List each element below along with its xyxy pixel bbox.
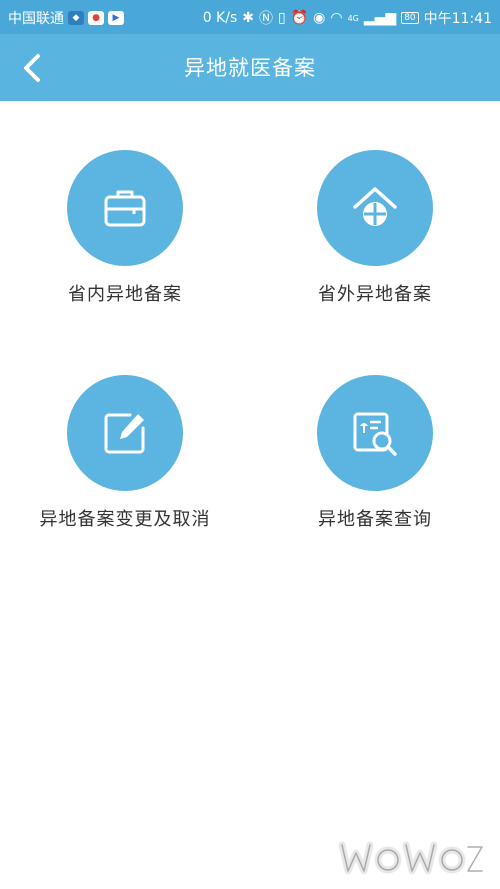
clock: 中午11:41	[423, 11, 492, 27]
status-bar: 中国联通 ◆ ● ▶ 0 K/s ✱ Ⓝ ▯ ⏰ ◉ ◠ 4G ▂▄▆ 80 中…	[0, 0, 500, 34]
tile-icon-circle	[67, 375, 183, 491]
nfc-icon: Ⓝ	[258, 11, 273, 27]
battery-icon: 80	[401, 12, 419, 24]
edit-icon	[104, 413, 145, 454]
bluetooth-icon: ✱	[242, 10, 254, 26]
tile-label: 异地备案查询	[318, 509, 432, 530]
vibrate-icon: ▯	[277, 10, 286, 26]
home-crosshair-icon	[353, 187, 397, 226]
document-search-icon	[353, 412, 397, 456]
nav-bar: 异地就医备案	[0, 34, 500, 101]
tile-in-province-filing[interactable]: 省内异地备案	[0, 150, 250, 306]
signal-icon: ▂▄▆	[363, 10, 397, 26]
tile-icon-circle	[317, 375, 433, 491]
watermark-logo	[338, 841, 483, 875]
net-speed: 0 K/s	[202, 10, 238, 26]
wifi-icon: ◠	[330, 10, 343, 26]
tile-filing-query[interactable]: 异地备案查询	[250, 375, 500, 531]
eye-comfort-icon: ◉	[313, 10, 326, 26]
tile-filing-change-cancel[interactable]: 异地备案变更及取消	[0, 375, 250, 531]
tile-icon-circle	[317, 150, 433, 266]
briefcase-icon	[104, 190, 146, 227]
status-bar-right: 0 K/s ✱ Ⓝ ▯ ⏰ ◉ ◠ 4G ▂▄▆ 80 中午11:41	[203, 8, 492, 28]
page-title: 异地就医备案	[184, 56, 316, 80]
alarm-icon: ⏰	[290, 10, 309, 26]
network-type: 4G	[347, 13, 359, 23]
tile-label: 异地备案变更及取消	[39, 509, 211, 530]
notification-play-icon: ▶	[108, 11, 124, 25]
tile-label: 省内异地备案	[68, 284, 182, 305]
carrier-name: 中国联通	[8, 11, 64, 27]
notification-map-icon: ●	[88, 11, 104, 25]
notification-app-icon: ◆	[68, 11, 84, 25]
tile-icon-circle	[67, 150, 183, 266]
tile-label: 省外异地备案	[318, 284, 432, 305]
tile-out-province-filing[interactable]: 省外异地备案	[250, 150, 500, 306]
status-bar-left: 中国联通 ◆ ● ▶	[8, 8, 124, 28]
